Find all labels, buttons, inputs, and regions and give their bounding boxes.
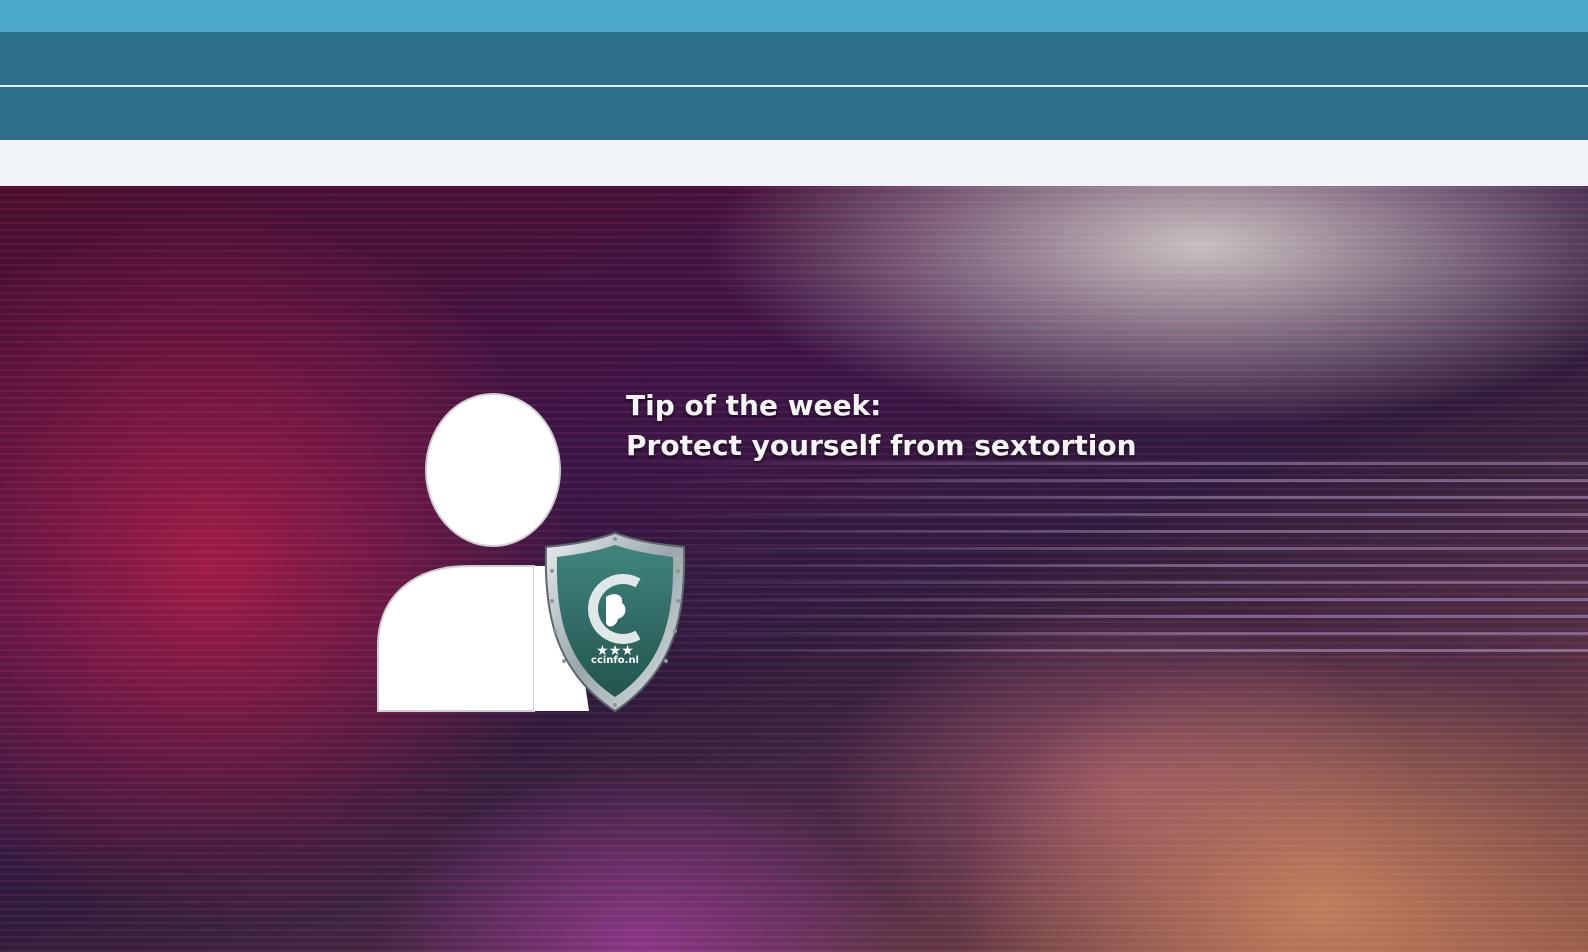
hero-banner-image: ★★★ ccinfo.nl Tip of the week: Protect y…: [0, 186, 1588, 952]
hero-headline: Tip of the week: Protect yourself from s…: [626, 386, 1246, 466]
navigation-bar-lower: [0, 87, 1588, 140]
top-bar: [0, 0, 1588, 32]
glitch-glow: [640, 456, 1588, 666]
headline-line-2: Protect yourself from sextortion: [626, 429, 1137, 462]
navigation-bar-upper: [0, 32, 1588, 85]
headline-line-1: Tip of the week:: [626, 389, 882, 422]
shield-badge-icon: ★★★: [544, 531, 686, 713]
shield-label: ccinfo.nl: [591, 655, 639, 666]
sub-bar: [0, 140, 1588, 186]
page: ★★★ ccinfo.nl Tip of the week: Protect y…: [0, 0, 1588, 952]
